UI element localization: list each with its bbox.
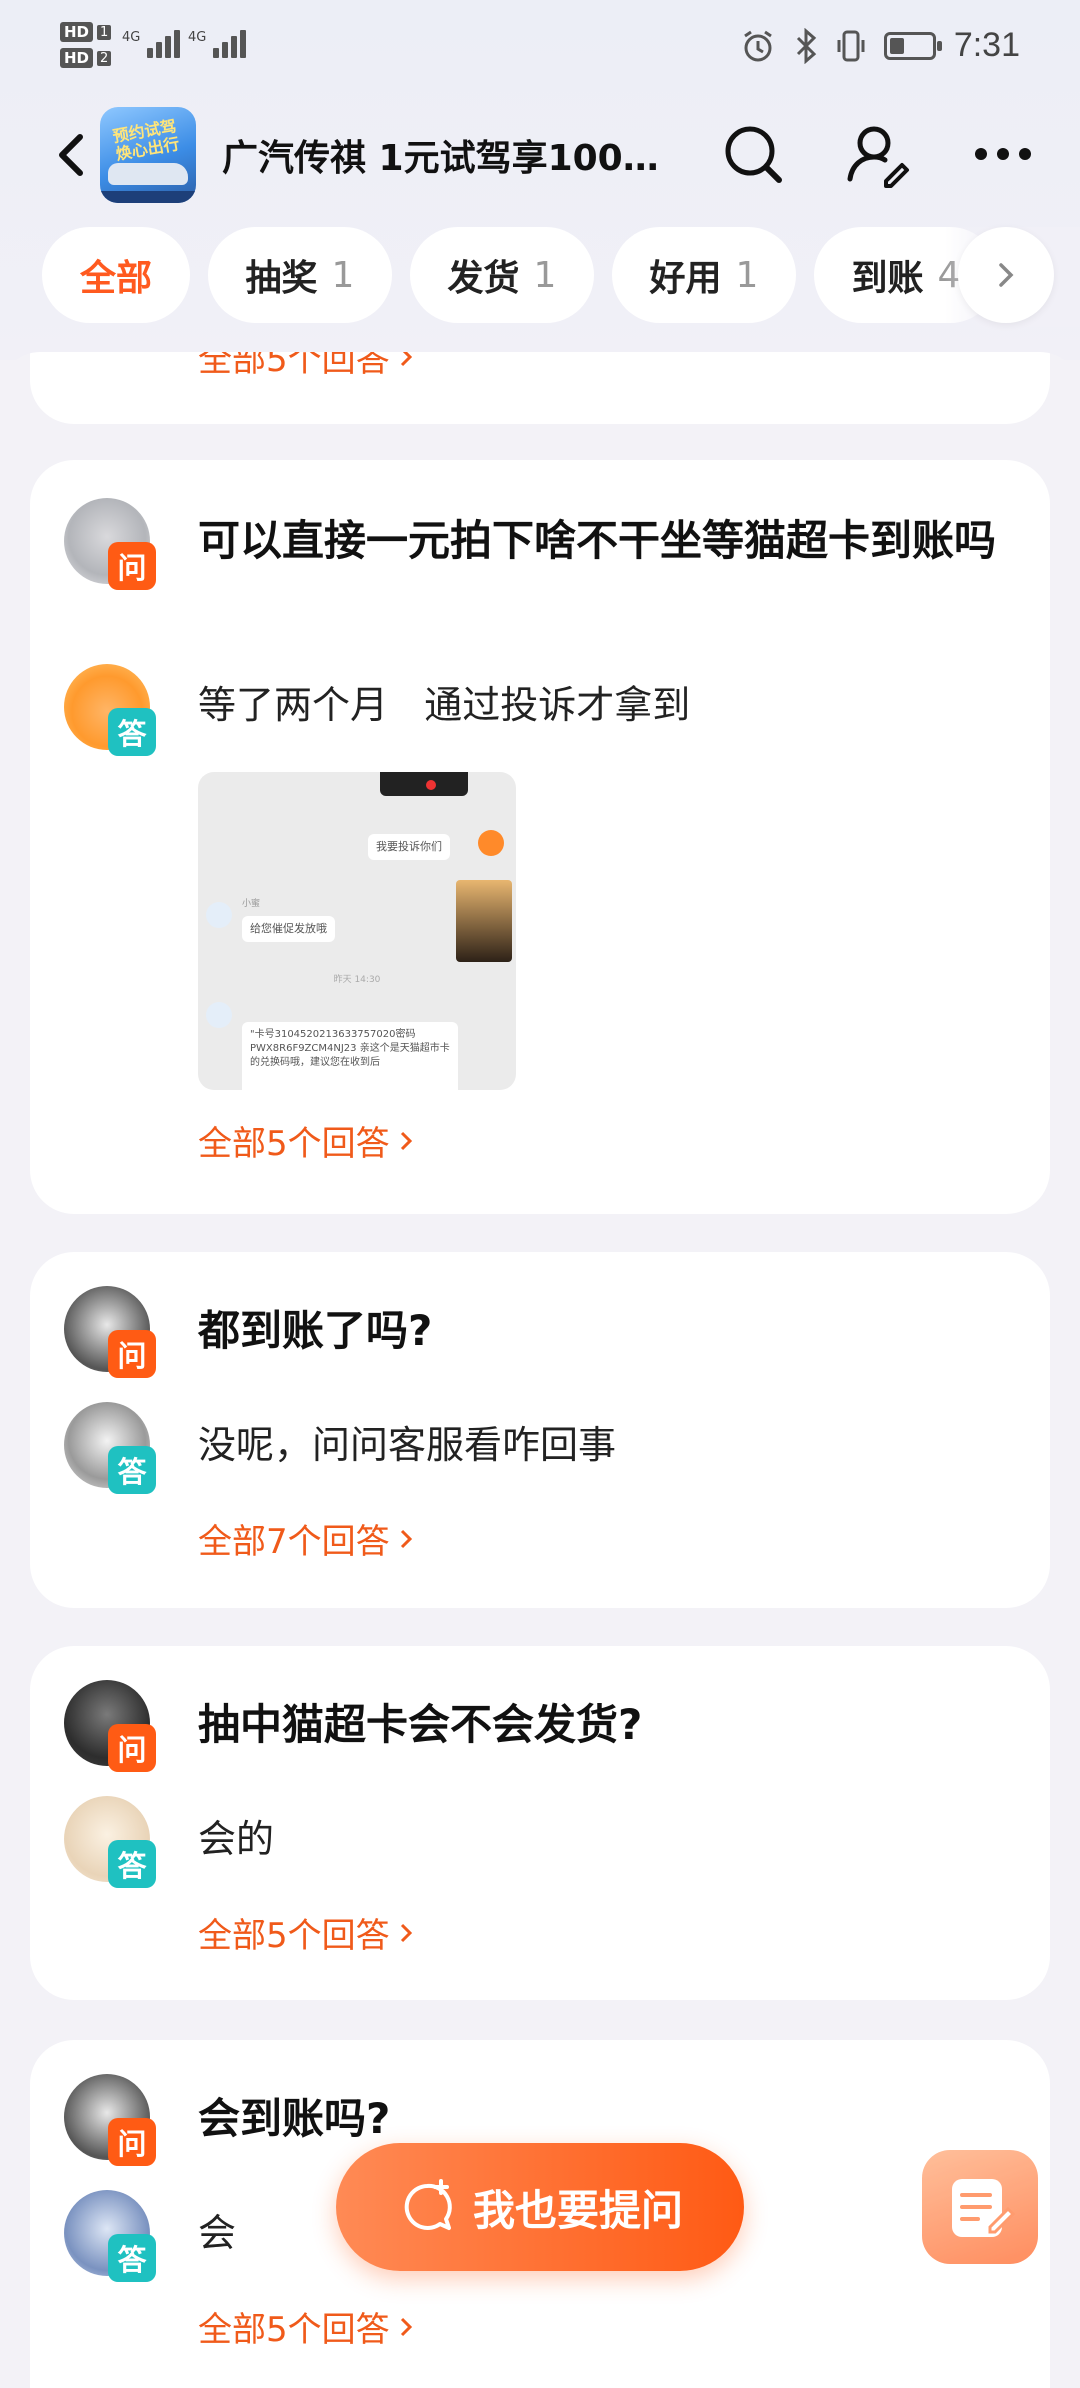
- chevron-right-icon: [400, 1131, 412, 1150]
- chevron-right-icon: [400, 1923, 412, 1942]
- qa-card[interactable]: 全部5个回答: [30, 352, 1050, 424]
- thumbnail-text: 预约试驾 焕心出行: [111, 116, 181, 164]
- clock: 7:31: [953, 26, 1020, 64]
- all-answers-label: 全部5个回答: [198, 352, 390, 380]
- chevron-right-icon: [999, 263, 1014, 287]
- more-dots-icon[interactable]: [968, 119, 1038, 189]
- hd-label: HD: [60, 22, 94, 42]
- tab-label: 发货: [447, 258, 520, 299]
- signal-icon: 4G: [122, 30, 181, 58]
- network-type: 4G: [122, 30, 141, 45]
- status-bar: HD 1 HD 2 4G 4G 7:31: [0, 0, 1080, 110]
- chevron-right-icon: [400, 2317, 412, 2336]
- bluetooth-icon: [796, 27, 817, 64]
- tab-shipping[interactable]: 发货 1: [410, 227, 594, 323]
- chevron-right-icon: [400, 352, 412, 366]
- question-text[interactable]: 抽中猫超卡会不会发货?: [198, 1692, 1018, 1758]
- question-badge: 问: [108, 1724, 156, 1772]
- question-badge: 问: [108, 2118, 156, 2166]
- avatar: 问: [64, 498, 156, 590]
- answer-text: 会: [198, 2211, 237, 2255]
- chat-date: 昨天 14:30: [333, 975, 381, 985]
- avatar: 答: [64, 2190, 156, 2282]
- sim-indicators: HD 1 HD 2: [60, 22, 112, 74]
- ask-question-label: 我也要提问: [472, 2185, 683, 2235]
- avatar: 问: [64, 1680, 156, 1772]
- question-text[interactable]: 都到账了吗?: [198, 1298, 1018, 1364]
- avatar: 答: [64, 664, 156, 756]
- vibrate-icon: [837, 30, 865, 61]
- answer-badge: 答: [108, 2234, 156, 2282]
- answer-badge: 答: [108, 1446, 156, 1494]
- tab-label: 到账: [851, 258, 924, 299]
- note-edit-icon: [952, 2179, 1016, 2237]
- alarm-icon: [743, 30, 772, 61]
- qa-card[interactable]: 问 可以直接一元拍下啥不干坐等猫超卡到账吗 答 等了两个月 通过投诉才拿到 我要…: [30, 460, 1050, 1214]
- filter-tabs: 全部 抽奖1 发货1 好用1 到账4: [0, 227, 1080, 327]
- qa-card[interactable]: 问 都到账了吗? 答 没呢，问问客服看咋回事 全部7个回答: [30, 1252, 1050, 1608]
- all-answers-label: 全部5个回答: [198, 1916, 390, 1956]
- sim-number: 2: [97, 50, 112, 66]
- answer-text: 会的: [198, 1817, 275, 1861]
- tab-label: 抽奖: [245, 258, 318, 299]
- tab-all[interactable]: 全部: [42, 227, 190, 323]
- avatar: 答: [64, 1796, 156, 1888]
- chat-bubble: 我要投诉你们: [368, 834, 450, 860]
- all-answers-label: 全部5个回答: [198, 2310, 390, 2350]
- tab-count: 1: [735, 254, 759, 296]
- chevron-right-icon: [400, 1529, 412, 1548]
- tab-label: 全部: [79, 258, 152, 299]
- tab-label: 好用: [649, 258, 722, 299]
- sim-number: 1: [97, 24, 112, 40]
- tab-useful[interactable]: 好用 1: [612, 227, 796, 323]
- all-answers-link[interactable]: 全部7个回答: [198, 1514, 416, 1563]
- question-badge: 问: [108, 1330, 156, 1378]
- chat-bubble: 给您催促发放哦: [242, 916, 335, 942]
- page-title[interactable]: 广汽传祺 1元试驾享100元...: [222, 129, 692, 181]
- hd-label: HD: [60, 48, 94, 68]
- top-bar: 预约试驾 焕心出行 广汽传祺 1元试驾享100元...: [0, 105, 1080, 205]
- ask-question-button[interactable]: 我也要提问: [336, 2143, 744, 2271]
- question-text[interactable]: 可以直接一元拍下啥不干坐等猫超卡到账吗: [198, 508, 1018, 574]
- car-image: [108, 163, 188, 185]
- avatar: 答: [64, 1402, 156, 1494]
- all-answers-label: 全部5个回答: [198, 1124, 390, 1164]
- avatar: 问: [64, 2074, 156, 2166]
- answer-text: 没呢，问问客服看咋回事: [198, 1423, 617, 1467]
- write-note-button[interactable]: [922, 2150, 1038, 2264]
- all-answers-link[interactable]: 全部5个回答: [198, 1908, 416, 1957]
- network-type: 4G: [188, 30, 207, 45]
- chat-sender: 小蜜: [242, 899, 261, 909]
- answer-badge: 答: [108, 1840, 156, 1888]
- tab-count: 1: [331, 254, 355, 296]
- qa-list: 全部5个回答 问 可以直接一元拍下啥不干坐等猫超卡到账吗 答 等了两个月 通过投…: [0, 352, 1080, 2388]
- all-answers-link[interactable]: 全部5个回答: [198, 352, 416, 381]
- all-answers-link[interactable]: 全部5个回答: [198, 2302, 416, 2351]
- question-badge: 问: [108, 542, 156, 590]
- ask-bubble-icon: [404, 2179, 452, 2230]
- sim1-indicator: HD 1: [60, 22, 112, 42]
- qa-card[interactable]: 问 抽中猫超卡会不会发货? 答 会的 全部5个回答: [30, 1646, 1050, 2000]
- avatar: 问: [64, 1286, 156, 1378]
- user-edit-icon[interactable]: [842, 119, 912, 189]
- battery-icon: [883, 31, 942, 60]
- all-answers-label: 全部7个回答: [198, 1522, 390, 1562]
- signal-icon: 4G: [188, 30, 247, 58]
- chat-bubble: "卡号310452021363375702​0密码PWX8R6F9ZCM4NJ2…: [242, 1022, 458, 1090]
- tab-count: 1: [533, 254, 557, 296]
- all-answers-link[interactable]: 全部5个回答: [198, 1116, 416, 1165]
- product-thumbnail[interactable]: 预约试驾 焕心出行: [100, 107, 196, 203]
- answer-image[interactable]: 我要投诉你们 小蜜 给您催促发放哦 昨天 14:30 "卡号3104520213…: [198, 772, 516, 1090]
- sim2-indicator: HD 2: [60, 48, 112, 68]
- answer-text: 等了两个月 通过投诉才拿到: [198, 683, 691, 727]
- search-icon[interactable]: [718, 119, 788, 189]
- back-arrow-icon[interactable]: [46, 125, 106, 185]
- status-right: 7:31: [740, 26, 1020, 65]
- answer-badge: 答: [108, 708, 156, 756]
- tab-lottery[interactable]: 抽奖 1: [208, 227, 392, 323]
- tabs-more-button[interactable]: [958, 227, 1054, 323]
